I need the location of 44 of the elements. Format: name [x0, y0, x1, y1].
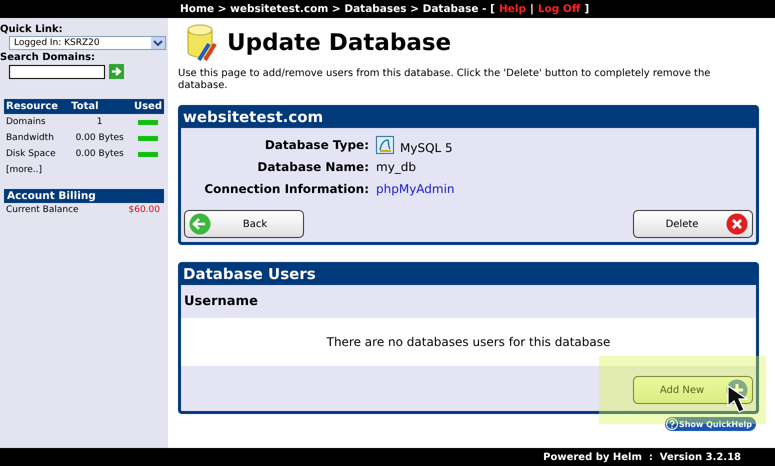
field-label: Database Type: [264, 138, 370, 152]
footer-text: Powered by Helm : Version 3.2.18 [543, 452, 741, 462]
panel-title: Database Users [181, 262, 756, 285]
search-domains-label: Search Domains: [0, 52, 96, 63]
go-arrow-icon[interactable] [109, 64, 124, 79]
quick-link-label: Quick Link: [0, 24, 64, 35]
help-link[interactable]: Help [498, 3, 526, 15]
more-link[interactable]: [more..] [6, 165, 42, 175]
quick-link-select[interactable]: Logged In: KSRZ20 [9, 36, 166, 50]
database-logo-icon [376, 136, 394, 154]
page-description: Use this page to add/remove users from this database. Click the 'Delete' button to completely remove the database. [178, 68, 712, 92]
account-billing-header: Account Billing [4, 189, 164, 203]
field-label: Connection Information: [203, 182, 370, 196]
field-value: MySQL 5 [400, 140, 453, 154]
page-title: Update Database [227, 30, 452, 56]
resource-total: 1 [69, 114, 130, 130]
resource-name: Bandwidth [5, 132, 55, 145]
search-field[interactable] [9, 64, 105, 78]
column-header: Resource [4, 99, 70, 114]
breadcrumb: Home > websitetest.com > Databases > Database - [ [180, 3, 495, 15]
empty-message: There are no databases users for this database [326, 335, 610, 349]
field-label: Database Name: [256, 160, 370, 174]
column-header: Username [184, 294, 258, 309]
resource-name: Domains [4, 114, 70, 130]
link-separator: | [530, 3, 534, 15]
column-header: Used [130, 99, 164, 114]
log-off-link[interactable]: Log Off [538, 3, 580, 15]
question-icon [666, 418, 678, 430]
column-header: Total [69, 99, 130, 114]
phpmyadmin-link[interactable]: phpMyAdmin [376, 182, 455, 196]
panel-title: websitetest.com [181, 105, 756, 128]
resource-name: Disk Space [5, 148, 57, 161]
bracket: ] [584, 3, 590, 15]
add-new-button[interactable]: Add New [633, 376, 753, 404]
delete-button[interactable]: Delete [633, 210, 753, 238]
dropdown-arrow-icon [151, 37, 165, 49]
resource-total: 0.00 Bytes [74, 148, 125, 161]
close-icon [726, 213, 748, 235]
field-value: my_db [376, 160, 416, 174]
show-quickhelp-button[interactable]: Show QuickHelp [664, 417, 756, 431]
back-button[interactable]: Back [184, 210, 304, 238]
balance-label: Current Balance [6, 205, 79, 215]
resource-total: 0.00 Bytes [74, 132, 125, 145]
balance-value: $60.00 [128, 205, 160, 215]
